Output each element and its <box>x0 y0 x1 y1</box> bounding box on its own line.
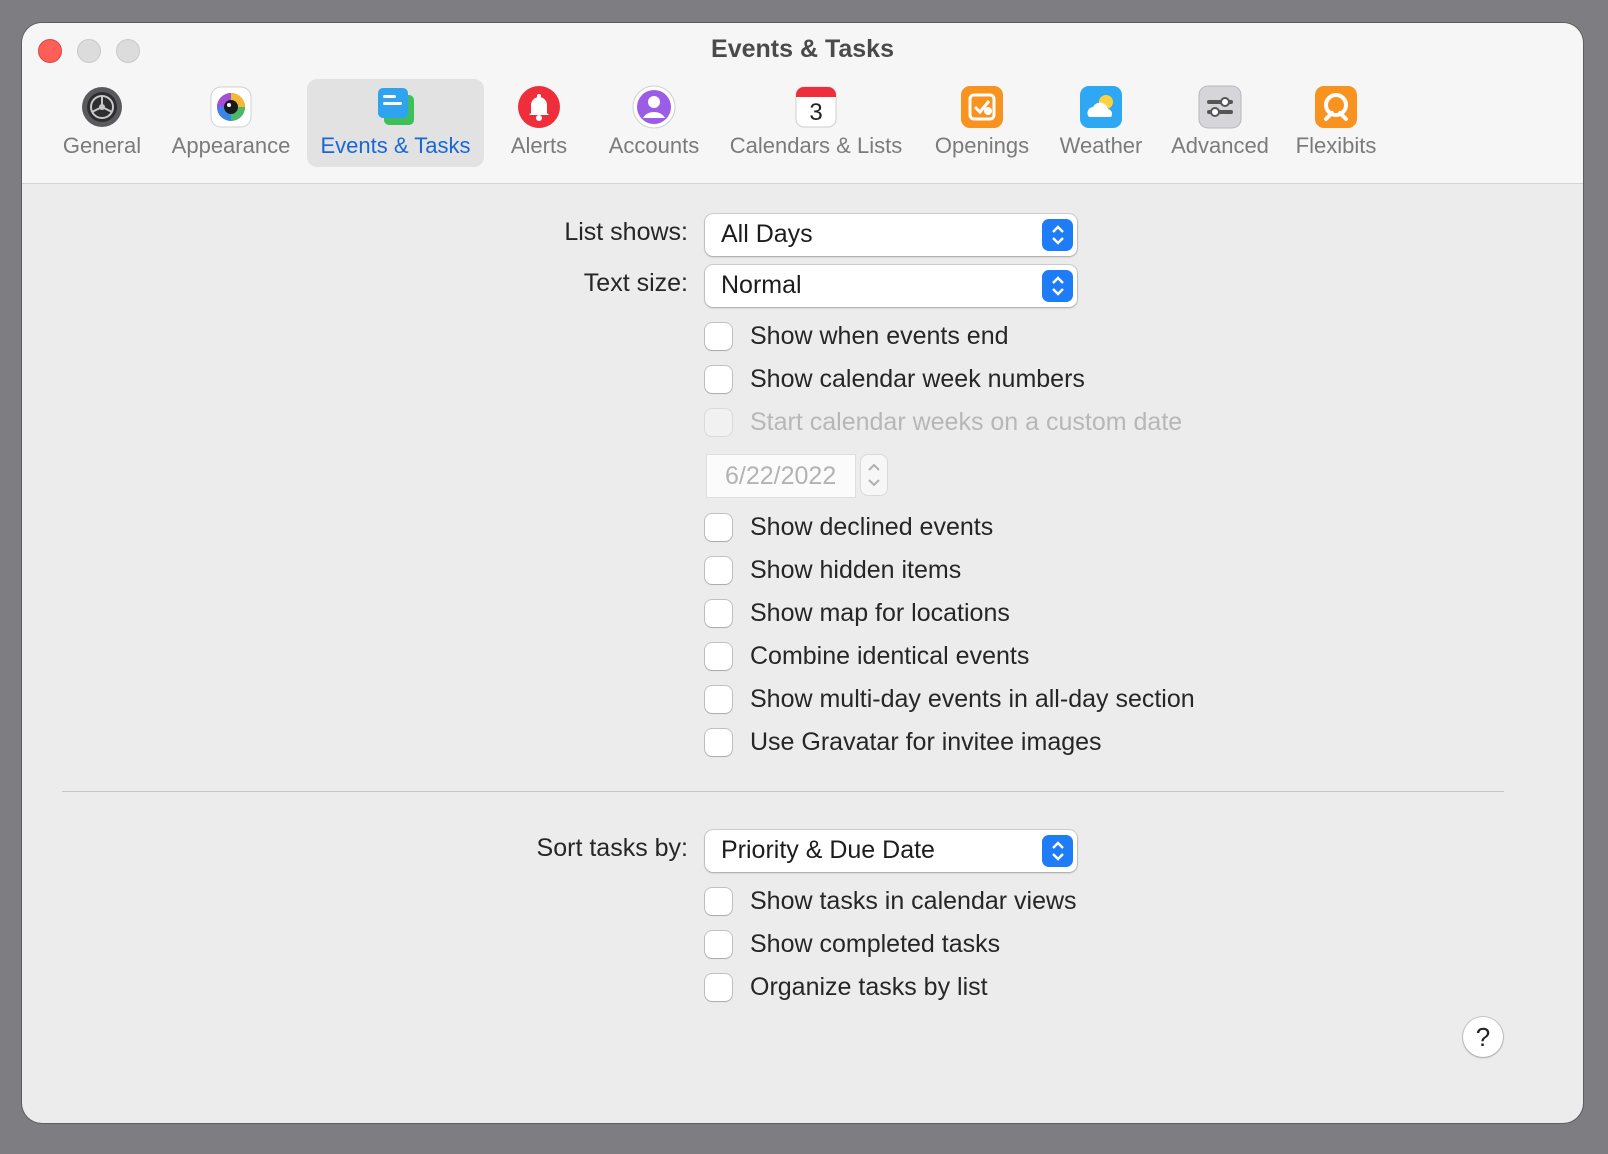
checkbox-box[interactable] <box>705 599 732 627</box>
tab-label: Weather <box>1059 133 1143 158</box>
toolbar: Events & Tasks General Appearance Events… <box>22 23 1583 184</box>
tab-flexibits[interactable]: Flexibits <box>1290 79 1382 167</box>
checkbox-box[interactable] <box>705 322 732 350</box>
preferences-window: Events & Tasks General Appearance Events… <box>22 23 1583 1123</box>
chevron-up-down-icon <box>868 463 880 487</box>
tab-events-tasks[interactable]: Events & Tasks <box>307 79 484 167</box>
checkbox-label: Show calendar week numbers <box>750 364 1085 393</box>
flexibits-icon <box>1314 85 1358 129</box>
custom-date-value: 6/22/2022 <box>725 462 837 490</box>
tab-openings[interactable]: Openings <box>930 79 1034 167</box>
tab-appearance[interactable]: Appearance <box>168 79 294 167</box>
checkbox-label: Show map for locations <box>750 598 1010 627</box>
checkbox-label: Use Gravatar for invitee images <box>750 727 1102 756</box>
show-map-checkbox[interactable]: Show map for locations <box>705 598 1010 628</box>
custom-date-field: 6/22/2022 <box>707 455 855 497</box>
bell-icon <box>517 85 561 129</box>
checkbox-box[interactable] <box>705 642 732 670</box>
tab-weather[interactable]: Weather <box>1051 79 1151 167</box>
show-tasks-in-calendar-checkbox[interactable]: Show tasks in calendar views <box>705 886 1077 916</box>
checkbox-box[interactable] <box>705 685 732 713</box>
tab-label: Openings <box>934 133 1030 158</box>
tab-label: General <box>62 133 142 158</box>
window-title: Events & Tasks <box>711 35 894 63</box>
checkbox-label: Organize tasks by list <box>750 972 988 1001</box>
tab-alerts[interactable]: Alerts <box>494 79 584 167</box>
section-divider <box>62 791 1504 792</box>
checkbox-label: Start calendar weeks on a custom date <box>750 407 1183 436</box>
calendar-day-number: 3 <box>809 99 823 126</box>
checkbox-label: Show declined events <box>750 512 994 541</box>
chevron-up-down-icon <box>1042 835 1073 867</box>
checkbox-box[interactable] <box>705 728 732 756</box>
sort-tasks-label: Sort tasks by: <box>536 834 688 862</box>
list-shows-value: All Days <box>721 220 813 248</box>
checkbox-box[interactable] <box>705 973 732 1001</box>
date-stepper <box>861 455 887 495</box>
list-shows-label: List shows: <box>564 218 688 246</box>
combine-identical-events-checkbox[interactable]: Combine identical events <box>705 641 1029 671</box>
checkbox-label: Show when events end <box>750 321 1009 350</box>
custom-week-start-checkbox: Start calendar weeks on a custom date <box>705 407 1182 437</box>
sort-tasks-popup[interactable]: Priority & Due Date <box>705 830 1077 872</box>
checkbox-label: Show multi-day events in all-day section <box>750 684 1195 713</box>
color-wheel-icon <box>209 85 253 129</box>
checkbox-box <box>705 408 732 436</box>
checkbox-box[interactable] <box>705 513 732 541</box>
events-tasks-icon <box>374 85 418 129</box>
text-size-label: Text size: <box>583 269 688 297</box>
tab-accounts[interactable]: Accounts <box>604 79 704 167</box>
show-completed-tasks-checkbox[interactable]: Show completed tasks <box>705 929 1000 959</box>
person-icon <box>632 85 676 129</box>
checkbox-box[interactable] <box>705 556 732 584</box>
tab-label: Events & Tasks <box>320 133 471 158</box>
tab-label: Calendars & Lists <box>729 133 903 158</box>
chevron-up-down-icon <box>1042 270 1073 302</box>
tab-calendars-lists[interactable]: 3 Calendars & Lists <box>724 79 908 167</box>
sort-tasks-value: Priority & Due Date <box>721 836 935 864</box>
calendar-icon: 3 <box>794 85 838 129</box>
tab-label: Accounts <box>608 133 700 158</box>
checkbox-box[interactable] <box>705 887 732 915</box>
list-shows-popup[interactable]: All Days <box>705 214 1077 256</box>
checkbox-box[interactable] <box>705 930 732 958</box>
text-size-value: Normal <box>721 271 802 299</box>
tab-label: Alerts <box>510 133 568 158</box>
tab-label: Advanced <box>1171 133 1269 158</box>
checkbox-box[interactable] <box>705 365 732 393</box>
multi-day-all-day-checkbox[interactable]: Show multi-day events in all-day section <box>705 684 1195 714</box>
tab-label: Flexibits <box>1295 133 1377 158</box>
weather-icon <box>1079 85 1123 129</box>
use-gravatar-checkbox[interactable]: Use Gravatar for invitee images <box>705 727 1102 757</box>
organize-tasks-by-list-checkbox[interactable]: Organize tasks by list <box>705 972 988 1002</box>
show-when-events-end-checkbox[interactable]: Show when events end <box>705 321 1009 351</box>
text-size-popup[interactable]: Normal <box>705 265 1077 307</box>
show-hidden-items-checkbox[interactable]: Show hidden items <box>705 555 961 585</box>
checkbox-label: Show hidden items <box>750 555 962 584</box>
tab-label: Appearance <box>171 133 291 158</box>
chevron-up-down-icon <box>1042 219 1073 251</box>
checkbox-label: Combine identical events <box>750 641 1030 670</box>
checkbox-label: Show completed tasks <box>750 929 1001 958</box>
tab-advanced[interactable]: Advanced <box>1165 79 1275 167</box>
show-declined-events-checkbox[interactable]: Show declined events <box>705 512 993 542</box>
openings-icon <box>960 85 1004 129</box>
checkbox-label: Show tasks in calendar views <box>750 886 1077 915</box>
sliders-icon <box>1198 85 1242 129</box>
show-week-numbers-checkbox[interactable]: Show calendar week numbers <box>705 364 1085 394</box>
gear-icon <box>80 85 124 129</box>
help-button[interactable]: ? <box>1463 1017 1503 1057</box>
tab-general[interactable]: General <box>52 79 152 167</box>
